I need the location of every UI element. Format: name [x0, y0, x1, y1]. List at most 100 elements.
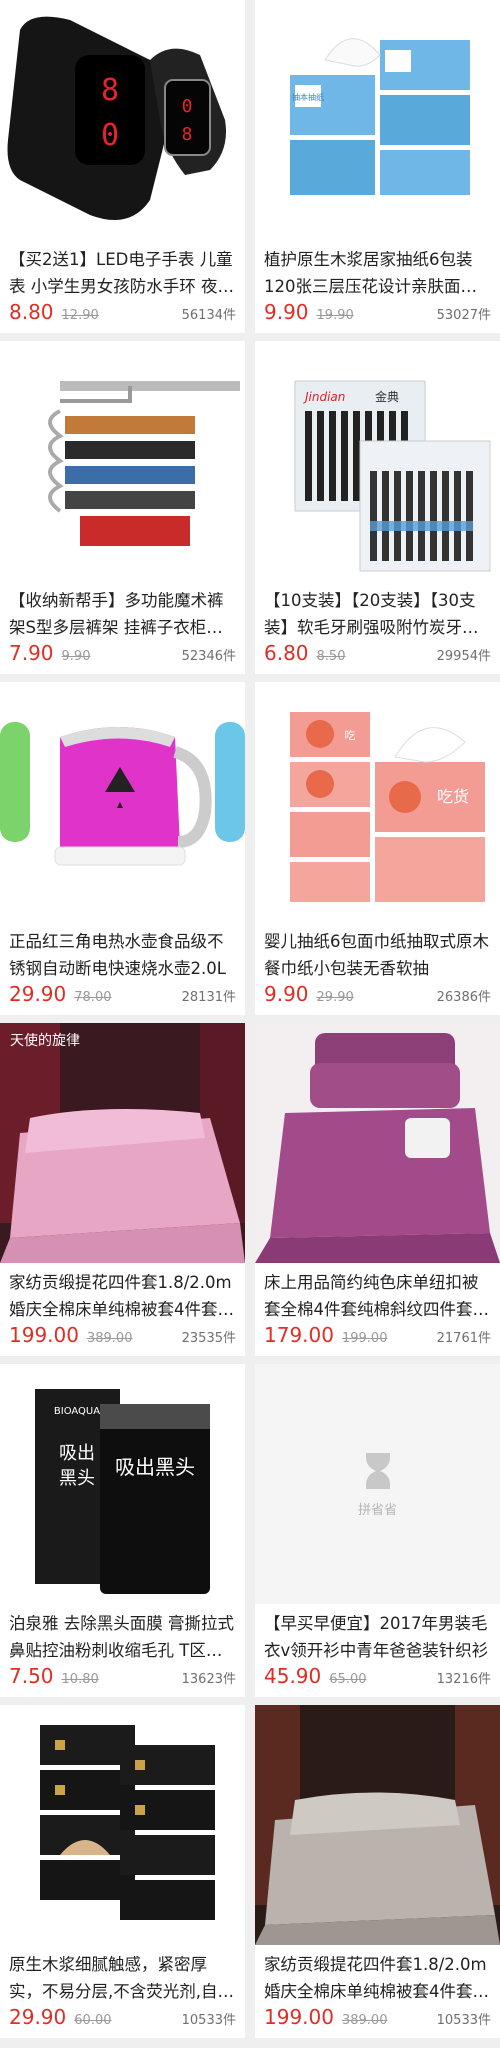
- product-card[interactable]: BIOAQUA 吸出 黑头 吸出黑头 泊泉雅 去除黑头面膜 膏撕拉式鼻贴控油粉刺…: [0, 1364, 245, 1697]
- product-title: 婴儿抽纸6包面巾纸抽取式原木餐巾纸小包装无香软抽: [264, 932, 489, 978]
- price: 45.90: [264, 1664, 322, 1688]
- hourglass-icon: [365, 1452, 390, 1489]
- price-bar: 8.80 12.90 56134件: [0, 300, 245, 333]
- original-price: 199.00: [341, 1331, 388, 1346]
- price: 29.90: [9, 982, 67, 1006]
- sold-count: 13623件: [181, 1672, 236, 1687]
- price-bar: 179.00 199.00 21761件: [255, 1323, 500, 1356]
- price-bar: 29.90 78.00 28131件: [0, 982, 245, 1015]
- product-card[interactable]: ▲ 正品红三角电热水壶食品级不锈钢自动断电快速烧水壶2.0L 29.90 78.…: [0, 682, 245, 1015]
- price-bar: 7.50 10.80 13623件: [0, 1664, 245, 1697]
- product-card[interactable]: 8 0 0 8 【买2送1】LED电子手表 儿童表 小学生男女孩防水手环 夜光潮…: [0, 0, 245, 333]
- baby-tissue-image: 吃货 吃: [255, 682, 500, 922]
- product-title: 家纺贡缎提花四件套1.8/2.0m婚庆全棉床单纯棉被套4件套床上用品: [9, 1273, 234, 1319]
- svg-text:BIOAQUA: BIOAQUA: [54, 1406, 100, 1417]
- svg-text:吃: 吃: [345, 729, 356, 742]
- price-bar: 29.90 60.00 10533件: [0, 2005, 245, 2038]
- product-title: 泊泉雅 去除黑头面膜 膏撕拉式鼻贴控油粉刺收缩毛孔 T区护理: [9, 1614, 234, 1660]
- pants-rack-image: [0, 341, 245, 581]
- sold-count: 29954件: [436, 649, 491, 664]
- price-bar: 9.90 19.90 53027件: [255, 300, 500, 333]
- product-card[interactable]: 原生木浆细腻触感，紧密厚实，不易分层,不含荧光剂,自然健康 29.90 60.0…: [0, 1705, 245, 2038]
- original-price: 29.90: [316, 990, 354, 1005]
- svg-text:Jindian: Jindian: [303, 390, 345, 404]
- sold-count: 10533件: [436, 2013, 491, 2028]
- product-title: 床上用品简约纯色床单纽扣被套全棉4件套纯棉斜纹四件套1.8m: [264, 1273, 479, 1319]
- svg-text:吸出: 吸出: [59, 1443, 95, 1464]
- purple-bedding-image: [255, 1023, 500, 1263]
- sold-count: 23535件: [181, 1331, 236, 1346]
- product-card[interactable]: 【收纳新帮手】多功能魔术裤架S型多层裤架 挂裤子衣柜收纳架 7.90 9.90 …: [0, 341, 245, 674]
- price: 9.90: [264, 982, 309, 1006]
- product-title: 家纺贡缎提花四件套1.8/2.0m婚庆全棉床单纯棉被套4件套床上用品: [264, 1955, 489, 2001]
- price-bar: 7.90 9.90 52346件: [0, 641, 245, 674]
- svg-text:金典: 金典: [375, 389, 399, 404]
- price: 179.00: [264, 1323, 334, 1347]
- price: 6.80: [264, 641, 309, 665]
- product-card[interactable]: 床上用品简约纯色床单纽扣被套全棉4件套纯棉斜纹四件套1.8m 179.00 19…: [255, 1023, 500, 1356]
- price-bar: 199.00 389.00 10533件: [255, 2005, 500, 2038]
- original-price: 8.50: [316, 649, 346, 664]
- original-price: 78.00: [74, 990, 112, 1005]
- product-card[interactable]: 拼省省 【早买早便宜】2017年男装毛衣v领开衫中青年爸爸装针织衫 45.90 …: [255, 1364, 500, 1697]
- black-tissue-image: [0, 1705, 245, 1945]
- svg-text:8: 8: [101, 73, 119, 108]
- original-price: 65.00: [329, 1672, 367, 1687]
- product-card[interactable]: 家纺贡缎提花四件套1.8/2.0m婚庆全棉床单纯棉被套4件套床上用品 199.0…: [255, 1705, 500, 2038]
- product-title: 【早买早便宜】2017年男装毛衣v领开衫中青年爸爸装针织衫: [264, 1614, 489, 1660]
- placeholder-text: 拼省省: [357, 1502, 397, 1518]
- original-price: 19.90: [316, 308, 354, 323]
- sold-count: 26386件: [436, 990, 491, 1005]
- svg-text:8: 8: [182, 124, 193, 145]
- svg-text:天使的旋律: 天使的旋律: [10, 1032, 80, 1049]
- product-title: 【买2送1】LED电子手表 儿童表 小学生男女孩防水手环 夜光潮流运动手表: [9, 250, 234, 296]
- original-price: 60.00: [74, 2013, 112, 2028]
- svg-text:0: 0: [182, 96, 193, 117]
- product-card[interactable]: 天使的旋律 家纺贡缎提花四件套1.8/2.0m婚庆全棉床单纯棉被套4件套床上用品…: [0, 1023, 245, 1356]
- price-bar: 199.00 389.00 23535件: [0, 1323, 245, 1356]
- product-title: 【收纳新帮手】多功能魔术裤架S型多层裤架 挂裤子衣柜收纳架: [9, 591, 224, 637]
- price: 7.90: [9, 641, 54, 665]
- price: 9.90: [264, 300, 309, 324]
- svg-text:▲: ▲: [117, 800, 124, 809]
- sold-count: 10533件: [181, 2013, 236, 2028]
- product-card[interactable]: 吃货 吃 婴儿抽纸6包面巾纸抽取式原木餐巾纸小包装无香软抽 9.90 29.90…: [255, 682, 500, 1015]
- product-title: 植护原生木浆居家抽纸6包装120张三层压花设计亲肤面巾纸: [264, 250, 477, 296]
- pink-bedding-image: 天使的旋律: [0, 1023, 245, 1263]
- product-title: 【10支装】【20支装】【30支装】软毛牙刷强吸附竹炭牙刷家庭装: [264, 591, 479, 637]
- sold-count: 56134件: [181, 308, 236, 323]
- placeholder-image: 拼省省: [255, 1364, 500, 1604]
- sold-count: 52346件: [181, 649, 236, 664]
- tissue-pack-image: 抽本抽纸: [255, 0, 500, 240]
- led-watch-image: 8 0 0 8: [0, 0, 245, 240]
- price: 29.90: [9, 2005, 67, 2029]
- product-card[interactable]: Jindian 金典 【10支装】【20支装】【30支装】软毛牙刷强吸附竹炭牙刷…: [255, 341, 500, 674]
- svg-text:吃货: 吃货: [437, 787, 469, 806]
- original-price: 10.80: [61, 1672, 99, 1687]
- toothbrush-image: Jindian 金典: [255, 341, 500, 581]
- sold-count: 21761件: [436, 1331, 491, 1346]
- svg-text:黑头: 黑头: [59, 1468, 95, 1489]
- original-price: 389.00: [341, 2013, 388, 2028]
- price: 7.50: [9, 1664, 54, 1688]
- svg-text:0: 0: [101, 118, 119, 153]
- price: 199.00: [9, 1323, 79, 1347]
- product-card[interactable]: 抽本抽纸 植护原生木浆居家抽纸6包装120张三层压花设计亲肤面巾纸 9.90 1…: [255, 0, 500, 333]
- original-price: 389.00: [86, 1331, 133, 1346]
- price-bar: 45.90 65.00 13216件: [255, 1664, 500, 1697]
- product-title: 正品红三角电热水壶食品级不锈钢自动断电快速烧水壶2.0L: [9, 932, 226, 978]
- svg-text:抽本抽纸: 抽本抽纸: [292, 92, 324, 102]
- original-price: 9.90: [61, 649, 91, 664]
- svg-text:吸出黑头: 吸出黑头: [115, 1455, 195, 1479]
- price: 8.80: [9, 300, 54, 324]
- price-bar: 6.80 8.50 29954件: [255, 641, 500, 674]
- sold-count: 53027件: [436, 308, 491, 323]
- product-title: 原生木浆细腻触感，紧密厚实，不易分层,不含荧光剂,自然健康: [9, 1955, 234, 2001]
- price: 199.00: [264, 2005, 334, 2029]
- silver-bedding-image: [255, 1705, 500, 1945]
- sold-count: 13216件: [436, 1672, 491, 1687]
- original-price: 12.90: [61, 308, 99, 323]
- product-grid: 8 0 0 8 【买2送1】LED电子手表 儿童表 小学生男女孩防水手环 夜光潮…: [0, 0, 500, 2038]
- blackhead-mask-image: BIOAQUA 吸出 黑头 吸出黑头: [0, 1364, 245, 1604]
- kettle-image: ▲: [0, 682, 245, 922]
